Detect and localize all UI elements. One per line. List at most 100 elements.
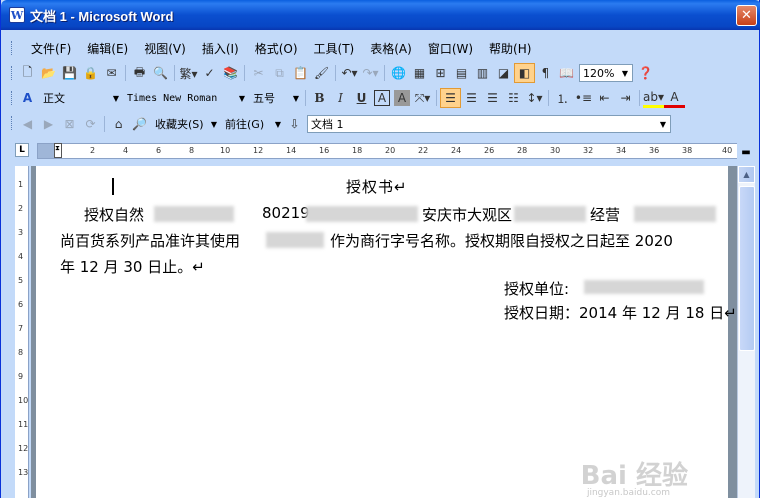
underline-button[interactable]: U: [351, 88, 372, 108]
ruler-mark: 30: [550, 146, 561, 155]
doc-line1-a: 授权自然: [84, 206, 145, 224]
permission-icon[interactable]: 🔒: [80, 63, 101, 83]
border-char-icon[interactable]: A: [374, 90, 390, 106]
undo-icon[interactable]: ↶▾: [339, 63, 360, 83]
close-button[interactable]: ✕: [736, 5, 757, 26]
decrease-indent-icon[interactable]: ⇤: [594, 88, 615, 108]
goto-menu[interactable]: 前往(G) ▼: [222, 115, 282, 133]
address-field[interactable]: 文档 1 ▼: [307, 115, 671, 133]
horizontal-ruler[interactable]: ⧗ 2 4 6 8 10 12 14 16 18 20 22 24 26 28 …: [37, 143, 739, 159]
vertical-ruler[interactable]: 1 2 3 4 5 6 7 8 9 10 11 12 13: [15, 166, 29, 498]
align-left-icon[interactable]: ☰: [440, 88, 461, 108]
menu-view[interactable]: 视图(V): [136, 40, 194, 57]
redo-icon[interactable]: ↷▾: [360, 63, 381, 83]
font-color-icon[interactable]: A: [664, 88, 685, 108]
char-scale-icon[interactable]: ⤧▾: [412, 88, 433, 108]
menu-edit[interactable]: 编辑(E): [79, 40, 136, 57]
print-icon[interactable]: 🖶: [129, 63, 150, 83]
help-icon[interactable]: ❓: [635, 63, 656, 83]
ruler-mark: 3: [18, 228, 24, 237]
menu-window[interactable]: 窗口(W): [420, 40, 481, 57]
cut-icon[interactable]: ✂: [248, 63, 269, 83]
align-right-icon[interactable]: ☰: [482, 88, 503, 108]
search-web-icon[interactable]: 🔎: [129, 114, 150, 134]
open-folder-icon[interactable]: 📂: [38, 63, 59, 83]
scroll-thumb[interactable]: [739, 186, 755, 351]
refresh-icon[interactable]: ⟳: [80, 114, 101, 134]
align-center-icon[interactable]: ☰: [461, 88, 482, 108]
toolbar-grip[interactable]: [11, 66, 14, 80]
title-bar[interactable]: W 文档 1 - Microsoft Word ✕: [1, 0, 760, 30]
save-icon[interactable]: 💾: [59, 63, 80, 83]
hyperlink-icon[interactable]: 🌐: [388, 63, 409, 83]
chevron-down-icon: ▼: [210, 119, 217, 129]
research-icon[interactable]: 📚: [220, 63, 241, 83]
toolbar-grip[interactable]: [11, 91, 14, 105]
show-web-toolbar-icon[interactable]: ⇩: [284, 114, 305, 134]
format-painter-icon[interactable]: 🖌: [311, 63, 332, 83]
paste-icon[interactable]: 📋: [290, 63, 311, 83]
styles-icon[interactable]: A: [17, 88, 38, 108]
drawing-icon[interactable]: ◪: [493, 63, 514, 83]
indent-marker[interactable]: ⧗: [54, 143, 62, 158]
distribute-icon[interactable]: ☷: [503, 88, 524, 108]
vertical-scrollbar[interactable]: ▲: [737, 166, 755, 498]
print-preview-icon[interactable]: 🔍: [150, 63, 171, 83]
columns-icon[interactable]: ▥: [472, 63, 493, 83]
style-select[interactable]: 正文 ▼: [40, 89, 120, 107]
document-page[interactable]: 授权书↵ 授权自然 80219 安庆市大观区 经营 尚百货系列产品准许其使用 作…: [36, 166, 737, 498]
numbering-icon[interactable]: ⒈: [552, 88, 573, 108]
scroll-up-icon[interactable]: ▲: [738, 166, 755, 183]
ruler-mark: 6: [156, 146, 162, 155]
tables-borders-icon[interactable]: ▦: [409, 63, 430, 83]
tab-selector[interactable]: L: [15, 143, 29, 157]
menu-file[interactable]: 文件(F): [23, 40, 79, 57]
menu-insert[interactable]: 插入(I): [194, 40, 247, 57]
toolbar-grip[interactable]: [11, 116, 14, 130]
italic-button[interactable]: I: [330, 88, 351, 108]
bold-button[interactable]: B: [309, 88, 330, 108]
ruler-mark: 24: [451, 146, 462, 155]
ruler-mark: 10: [220, 146, 231, 155]
menu-help[interactable]: 帮助(H): [481, 40, 539, 57]
doc-signature-unit: 授权单位:: [504, 280, 570, 298]
email-icon[interactable]: ✉: [101, 63, 122, 83]
favorites-menu[interactable]: 收藏夹(S) ▼: [152, 115, 218, 133]
copy-icon[interactable]: ⧉: [269, 63, 290, 83]
line-spacing-icon[interactable]: ↕▾: [524, 88, 545, 108]
size-select[interactable]: 五号 ▼: [250, 89, 300, 107]
shade-char-icon[interactable]: A: [394, 90, 410, 106]
zoom-select[interactable]: 120% ▼: [579, 64, 633, 82]
ruler-mark: 13: [18, 468, 29, 477]
reading-icon[interactable]: 📖: [556, 63, 577, 83]
document-map-icon[interactable]: ◧: [514, 63, 535, 83]
menu-table[interactable]: 表格(A): [362, 40, 420, 57]
doc-line2-a: 尚百货系列产品准许其使用: [60, 232, 241, 250]
split-box-icon[interactable]: ▬: [737, 143, 755, 161]
menu-tools[interactable]: 工具(T): [306, 40, 363, 57]
insert-table-icon[interactable]: ⊞: [430, 63, 451, 83]
traditional-convert-icon[interactable]: 繁▾: [178, 63, 199, 83]
ruler-mark: 20: [385, 146, 396, 155]
stop-icon[interactable]: ⊠: [59, 114, 80, 134]
chevron-down-icon: ▼: [292, 93, 299, 103]
insert-excel-icon[interactable]: ▤: [451, 63, 472, 83]
highlight-icon[interactable]: ab▾: [643, 88, 664, 108]
menu-format[interactable]: 格式(O): [247, 40, 306, 57]
document-area[interactable]: 授权书↵ 授权自然 80219 安庆市大观区 经营 尚百货系列产品准许其使用 作…: [31, 166, 737, 498]
ruler-mark: 22: [418, 146, 429, 155]
increase-indent-icon[interactable]: ⇥: [615, 88, 636, 108]
ruler-mark: 14: [286, 146, 297, 155]
spelling-icon[interactable]: ✓: [199, 63, 220, 83]
ruler-mark: 8: [189, 146, 195, 155]
bullets-icon[interactable]: •≡: [573, 88, 594, 108]
show-hide-icon[interactable]: ¶: [535, 63, 556, 83]
forward-icon[interactable]: ▶: [38, 114, 59, 134]
redacted-block: [266, 232, 324, 248]
home-icon[interactable]: ⌂: [108, 114, 129, 134]
back-icon[interactable]: ◀: [17, 114, 38, 134]
ruler-mark: 6: [18, 300, 24, 309]
redacted-block: [154, 206, 234, 222]
font-select[interactable]: Times New Roman ▼: [124, 89, 246, 107]
new-document-icon[interactable]: 🗋: [17, 63, 38, 83]
